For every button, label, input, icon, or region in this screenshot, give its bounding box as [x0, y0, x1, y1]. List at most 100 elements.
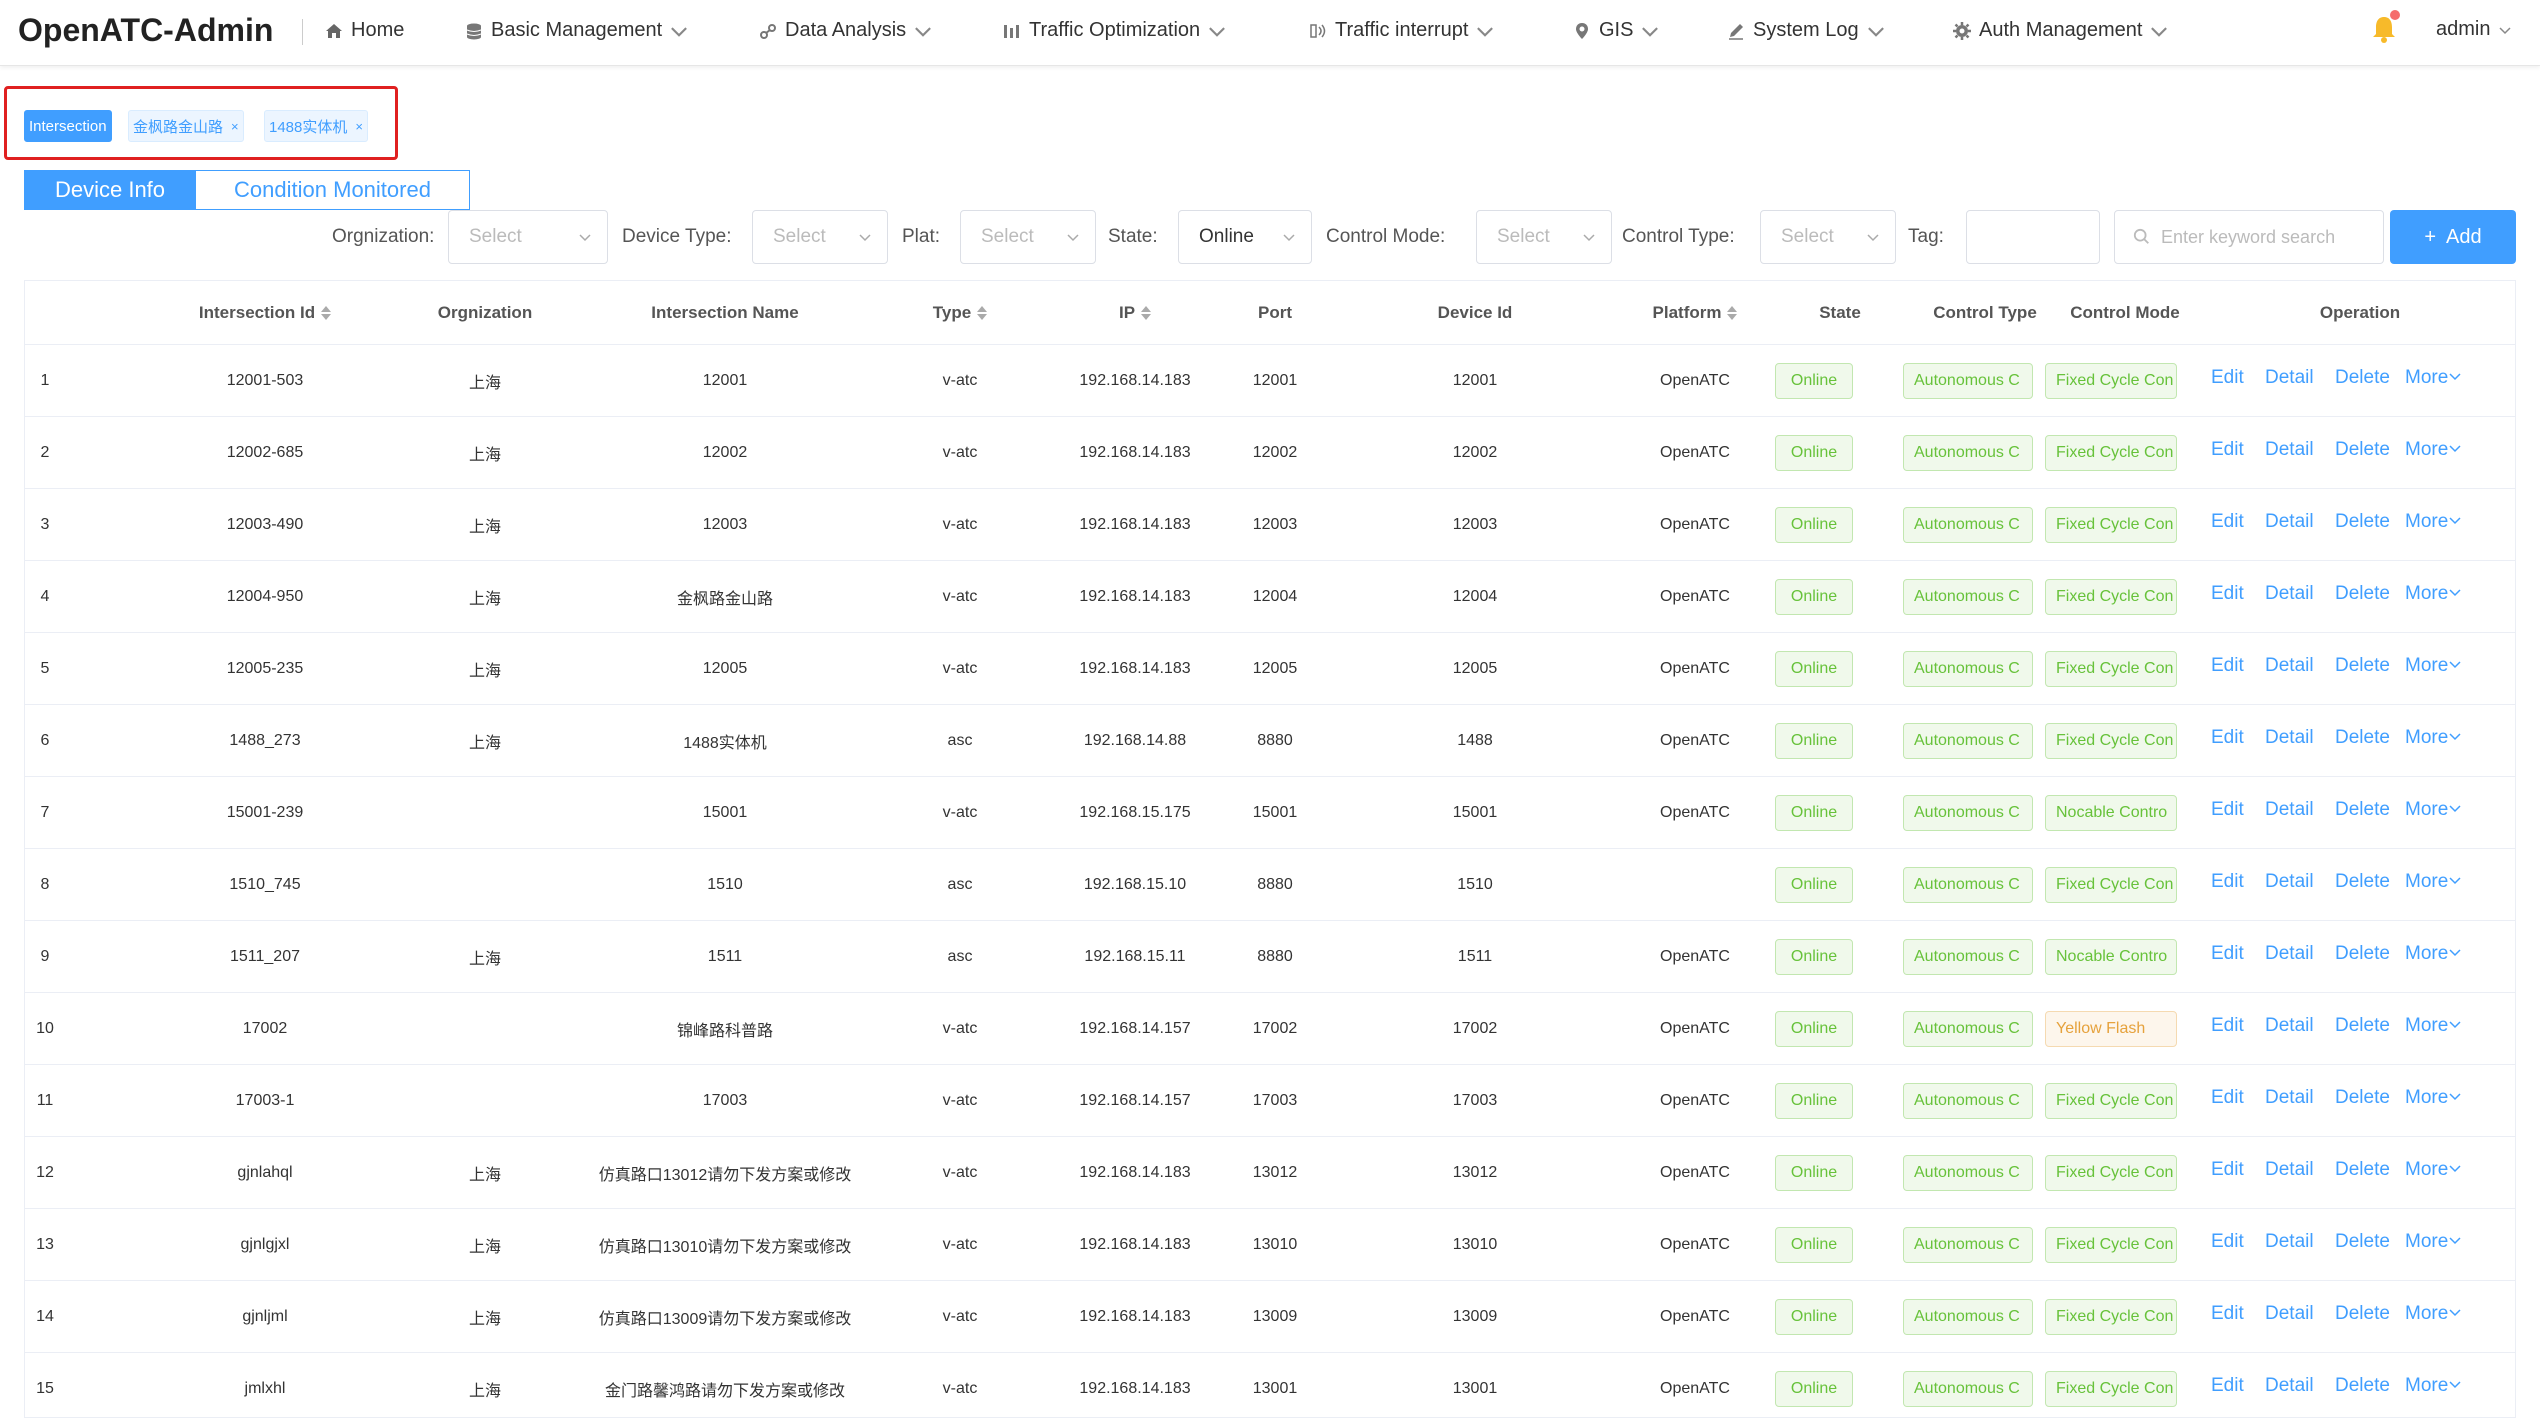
- search-input[interactable]: Enter keyword search: [2114, 210, 2384, 264]
- delete-link[interactable]: Delete: [2335, 439, 2390, 461]
- edit-link[interactable]: Edit: [2211, 439, 2244, 461]
- plat-select[interactable]: Select: [960, 210, 1096, 264]
- nav-gis[interactable]: GIS: [1572, 19, 1660, 42]
- delete-link[interactable]: Delete: [2335, 1375, 2390, 1397]
- detail-link[interactable]: Detail: [2265, 1159, 2314, 1181]
- detail-link[interactable]: Detail: [2265, 655, 2314, 677]
- tag-jinfeng-jinshan[interactable]: 金枫路金山路 ×: [128, 110, 244, 142]
- detail-link[interactable]: Detail: [2265, 1087, 2314, 1109]
- delete-link[interactable]: Delete: [2335, 1087, 2390, 1109]
- detail-link[interactable]: Detail: [2265, 1015, 2314, 1037]
- more-link[interactable]: More: [2405, 1303, 2462, 1325]
- edit-link[interactable]: Edit: [2211, 655, 2244, 677]
- delete-link-label: Delete: [2335, 1375, 2390, 1396]
- delete-link[interactable]: Delete: [2335, 1303, 2390, 1325]
- cell-type: v-atc: [942, 1235, 978, 1253]
- edit-link[interactable]: Edit: [2211, 1303, 2244, 1325]
- nav-traffic-interrupt[interactable]: Traffic interrupt: [1308, 19, 1495, 42]
- nav-system-log[interactable]: System Log: [1726, 19, 1886, 42]
- more-link[interactable]: More: [2405, 871, 2462, 893]
- sort-icon[interactable]: [321, 306, 332, 320]
- delete-link[interactable]: Delete: [2335, 511, 2390, 533]
- control-type-select[interactable]: Select: [1760, 210, 1896, 264]
- more-link[interactable]: More: [2405, 439, 2462, 461]
- delete-link[interactable]: Delete: [2335, 943, 2390, 965]
- edit-link[interactable]: Edit: [2211, 1231, 2244, 1253]
- detail-link[interactable]: Detail: [2265, 727, 2314, 749]
- tab-device-info[interactable]: Device Info: [24, 170, 196, 210]
- pen-icon: [1729, 23, 1743, 40]
- detail-link[interactable]: Detail: [2265, 439, 2314, 461]
- more-link[interactable]: More: [2405, 583, 2462, 605]
- detail-link[interactable]: Detail: [2265, 871, 2314, 893]
- more-link[interactable]: More: [2405, 1231, 2462, 1253]
- more-link[interactable]: More: [2405, 1159, 2462, 1181]
- more-link[interactable]: More: [2405, 655, 2462, 677]
- sort-icon[interactable]: [977, 306, 988, 320]
- edit-link[interactable]: Edit: [2211, 583, 2244, 605]
- more-link[interactable]: More: [2405, 943, 2462, 965]
- edit-link[interactable]: Edit: [2211, 799, 2244, 821]
- tab-condition-monitored[interactable]: Condition Monitored: [196, 170, 470, 210]
- tag-1488[interactable]: 1488实体机 ×: [264, 110, 368, 142]
- close-icon[interactable]: ×: [355, 119, 363, 134]
- add-button[interactable]: + Add: [2390, 210, 2516, 264]
- delete-link[interactable]: Delete: [2335, 1159, 2390, 1181]
- cell-port: 13001: [1252, 1379, 1298, 1397]
- cell-id: jmlxhl: [244, 1379, 286, 1397]
- delete-link[interactable]: Delete: [2335, 871, 2390, 893]
- cell-device: 15001: [1452, 803, 1498, 821]
- nav-traffic-optimization[interactable]: Traffic Optimization: [1002, 19, 1227, 42]
- edit-link[interactable]: Edit: [2211, 1375, 2244, 1397]
- edit-link[interactable]: Edit: [2211, 727, 2244, 749]
- more-link[interactable]: More: [2405, 1015, 2462, 1037]
- control-mode-select[interactable]: Select: [1476, 210, 1612, 264]
- delete-link[interactable]: Delete: [2335, 727, 2390, 749]
- nav-auth-management[interactable]: Auth Management: [1952, 19, 2169, 42]
- more-link[interactable]: More: [2405, 727, 2462, 749]
- detail-link[interactable]: Detail: [2265, 1303, 2314, 1325]
- more-link[interactable]: More: [2405, 511, 2462, 533]
- detail-link[interactable]: Detail: [2265, 367, 2314, 389]
- tag-input[interactable]: [1966, 210, 2100, 264]
- detail-link[interactable]: Detail: [2265, 511, 2314, 533]
- delete-link[interactable]: Delete: [2335, 1015, 2390, 1037]
- edit-link[interactable]: Edit: [2211, 1087, 2244, 1109]
- nav-home[interactable]: Home: [324, 19, 404, 42]
- col-type[interactable]: Type: [885, 281, 1035, 345]
- state-badge: Online: [1775, 938, 1853, 975]
- edit-link[interactable]: Edit: [2211, 871, 2244, 893]
- edit-link[interactable]: Edit: [2211, 943, 2244, 965]
- user-menu[interactable]: admin: [2436, 18, 2512, 41]
- tag-intersection[interactable]: Intersection: [24, 110, 112, 142]
- detail-link[interactable]: Detail: [2265, 1375, 2314, 1397]
- detail-link[interactable]: Detail: [2265, 799, 2314, 821]
- nav-data-analysis[interactable]: Data Analysis: [758, 19, 933, 42]
- detail-link[interactable]: Detail: [2265, 943, 2314, 965]
- edit-link[interactable]: Edit: [2211, 367, 2244, 389]
- delete-link[interactable]: Delete: [2335, 799, 2390, 821]
- org-select[interactable]: Select: [448, 210, 608, 264]
- device-type-select[interactable]: Select: [752, 210, 888, 264]
- chevron-down-icon: [2449, 1309, 2461, 1317]
- more-link[interactable]: More: [2405, 1375, 2462, 1397]
- edit-link[interactable]: Edit: [2211, 1159, 2244, 1181]
- detail-link[interactable]: Detail: [2265, 583, 2314, 605]
- nav-basic-management[interactable]: Basic Management: [464, 19, 689, 42]
- more-link[interactable]: More: [2405, 367, 2462, 389]
- col-intersection-id[interactable]: Intersection Id: [145, 281, 385, 345]
- delete-link[interactable]: Delete: [2335, 367, 2390, 389]
- delete-link[interactable]: Delete: [2335, 1231, 2390, 1253]
- delete-link[interactable]: Delete: [2335, 655, 2390, 677]
- edit-link[interactable]: Edit: [2211, 1015, 2244, 1037]
- delete-link[interactable]: Delete: [2335, 583, 2390, 605]
- state-select[interactable]: Online: [1178, 210, 1312, 264]
- sort-icon[interactable]: [1727, 306, 1738, 320]
- cell-n: 11: [36, 1091, 54, 1109]
- sort-icon[interactable]: [1141, 306, 1152, 320]
- edit-link[interactable]: Edit: [2211, 511, 2244, 533]
- more-link[interactable]: More: [2405, 1087, 2462, 1109]
- more-link[interactable]: More: [2405, 799, 2462, 821]
- close-icon[interactable]: ×: [231, 119, 239, 134]
- detail-link[interactable]: Detail: [2265, 1231, 2314, 1253]
